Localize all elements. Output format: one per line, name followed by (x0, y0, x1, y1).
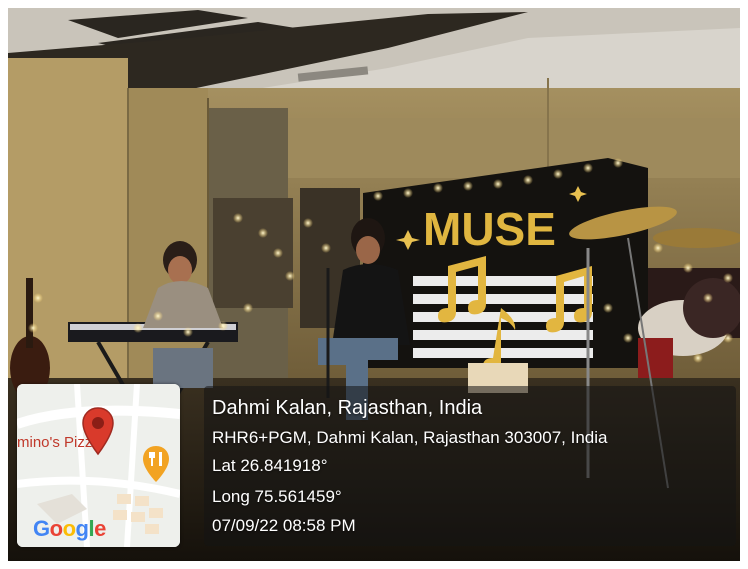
banner-text: MUSE (423, 203, 556, 255)
map-pin-icon (82, 407, 114, 456)
place-name: Dahmi Kalan, Rajasthan, India (212, 397, 483, 419)
longitude-text: Long 75.561459° (212, 487, 342, 506)
latitude-text: Lat 26.841918° (212, 456, 328, 475)
datetime-text: 07/09/22 08:58 PM (212, 516, 356, 535)
map-thumbnail: mino's Pizza Google (17, 384, 180, 547)
full-address: RHR6+PGM, Dahmi Kalan, Rajasthan 303007,… (212, 428, 608, 447)
google-logo: Google (33, 516, 106, 541)
restaurant-icon (143, 446, 169, 482)
geo-stamp-panel: Dahmi Kalan, Rajasthan, India RHR6+PGM, … (204, 386, 736, 546)
